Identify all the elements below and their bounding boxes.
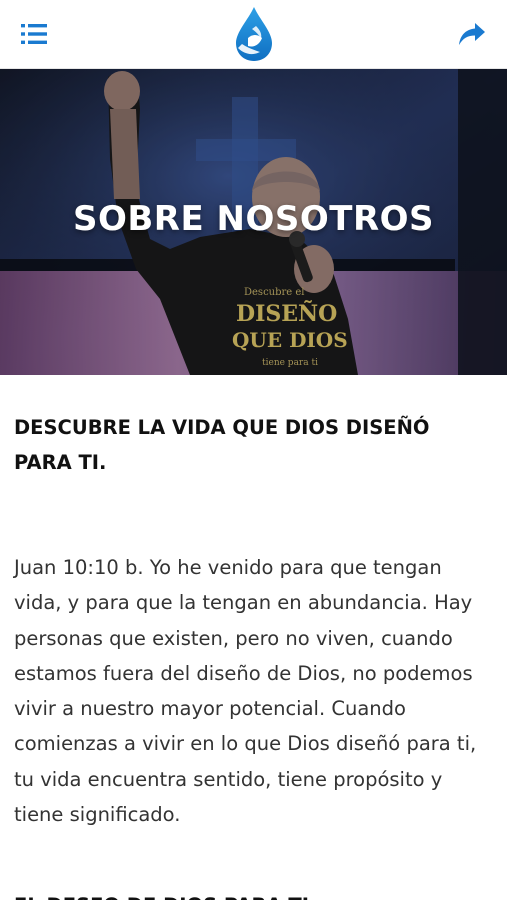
top-bar [0, 0, 507, 69]
app-logo [230, 4, 278, 64]
app-screen: Descubre el DISEÑO QUE DIOS tiene para t… [0, 0, 507, 900]
menu-button[interactable] [14, 16, 54, 52]
section-heading: DESCUBRE LA VIDA QUE DIOS DISEÑÓ PARA TI… [14, 416, 430, 474]
about-content: DESCUBRE LA VIDA QUE DIOS DISEÑÓ PARA TI… [14, 410, 484, 900]
section-paragraph: Juan 10:10 b. Yo he venido para que teng… [14, 556, 477, 827]
hero-title: SOBRE NOSOTROS [72, 199, 435, 239]
hero-banner: Descubre el DISEÑO QUE DIOS tiene para t… [0, 69, 507, 375]
water-drop-logo-icon [236, 7, 272, 61]
share-arrow-icon [459, 23, 485, 45]
share-button[interactable] [452, 16, 492, 52]
section-heading-2: EL DESEO DE DIOS PARA TI [14, 888, 484, 900]
menu-list-icon [21, 24, 47, 44]
